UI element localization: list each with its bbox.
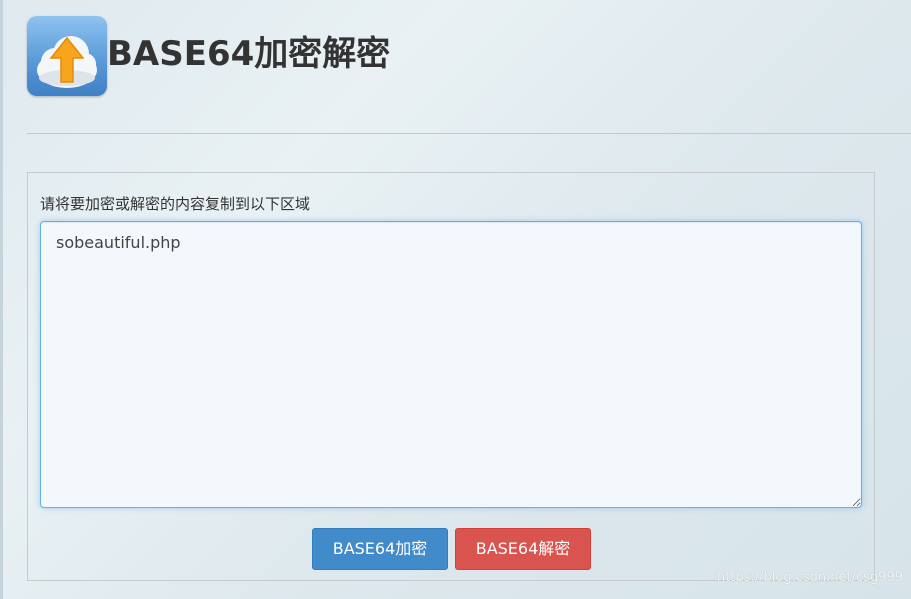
header-divider [27, 133, 911, 134]
cloud-upload-icon [27, 16, 107, 96]
page-title: BASE64加密解密 [107, 34, 391, 74]
page-left-edge [0, 0, 3, 599]
panel-instruction-label: 请将要加密或解密的内容复制到以下区域 [40, 195, 311, 213]
content-textarea[interactable]: sobeautiful.php [40, 221, 862, 508]
base64-decode-button[interactable]: BASE64解密 [455, 528, 591, 570]
base64-encode-button[interactable]: BASE64加密 [312, 528, 448, 570]
source-watermark: https://blog.csdn.net/csg999 [716, 570, 903, 585]
